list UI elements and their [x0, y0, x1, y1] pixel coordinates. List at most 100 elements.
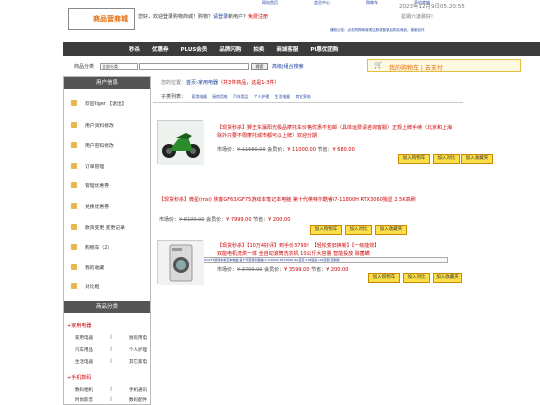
category-group-appliance[interactable]: +家用电器 [67, 322, 91, 329]
cart-box[interactable]: 🛒 我的购物车 | 去支付 [367, 59, 521, 72]
product-title[interactable]: 【现货秒杀】狮王东瀛阳光极品摩托车价格优惠不包邮（具体运费请咨询客服）正规上牌手… [217, 124, 453, 140]
sidebar-item-profile[interactable]: 用户资料修改 [64, 121, 150, 131]
product-thumbnail-motorcycle[interactable] [157, 120, 204, 165]
subtype-link[interactable]: 个人护理 [254, 94, 269, 99]
cart-text: 我的购物车 | 去支付 [389, 65, 443, 72]
member-label: 会员价： [264, 267, 285, 273]
user-info-header: 用户信息 [64, 77, 150, 89]
sidebar-item-favorites[interactable]: 我的收藏 [64, 263, 150, 273]
category-link[interactable]: 个人护理 [129, 347, 147, 353]
search-button[interactable]: 搜索 [251, 63, 268, 70]
add-to-cart-button[interactable]: 加入购物车 [368, 273, 400, 283]
member-price: ¥ 3599.00 [284, 267, 310, 273]
category-link[interactable]: 厨房用电 [129, 335, 147, 341]
nav-item-seckill[interactable]: 秒杀 [129, 45, 140, 53]
save-label: 节省： [317, 147, 333, 153]
market-price: ¥ 11680.00 [237, 147, 266, 153]
sidebar-item-label: 款资变更 变更记录 [85, 226, 125, 231]
user-icon [71, 100, 77, 106]
new-user-text: 新用户？ [228, 14, 249, 20]
breadcrumb-prefix: 您的位置： [161, 80, 187, 86]
category-row: 数码相机 | 手机通讯 [75, 387, 147, 393]
category-link[interactable]: 其它家电 [129, 359, 147, 365]
sidebar-item-balance[interactable]: 款资变更 变更记录 [64, 223, 150, 233]
top-link-member[interactable]: 会员中心 [314, 0, 330, 6]
sidebar-item-coupons[interactable]: 管理优惠券 [64, 181, 150, 191]
product-title[interactable]: 【现货秒杀】微星(msi) 侠客GF63/GF75游戏本笔记本电脑 第十代英特尔… [159, 196, 449, 204]
category-link[interactable]: 数码配件 [129, 397, 147, 403]
sidebar-item-label: 订单管理 [85, 165, 105, 170]
sidebar-item-label: 我的收藏 [85, 266, 105, 271]
datetime: 2023年12月9日05:20:55 [399, 4, 465, 10]
market-label: 市场价： [217, 267, 238, 273]
notice-link[interactable]: 通知公告：点击购物商城请注册或登录后购买商品，谢谢合作 [330, 28, 425, 33]
subtype-link[interactable]: 生活电器 [275, 94, 290, 99]
subtype-link[interactable]: 其它家电 [296, 94, 311, 99]
category-link[interactable]: 时尚影音 [75, 397, 93, 403]
product-thumbnail-washer[interactable] [157, 240, 204, 285]
login-link[interactable]: 请登录 [213, 14, 228, 20]
recharge-icon [71, 224, 77, 230]
main-content: 您的位置：首页›家用电器（共3件商品，这是1-3件） 子类列表： 家用电器 厨房… [153, 76, 540, 405]
sidebar-item-label: 对比框 [85, 285, 100, 290]
nav-item-service[interactable]: 商城客服 [276, 45, 298, 53]
product-title[interactable]: 【现货秒杀】【10万4好评】到手价3799！【轻松变旧换新】【一级能效】双能电机… [217, 242, 377, 258]
subtype-link[interactable]: 厨房用电 [212, 94, 227, 99]
category-link[interactable]: 数码相机 [75, 387, 93, 393]
sidebar-item-orders[interactable]: 订单管理 [64, 162, 150, 172]
cart-icon: 🛒 [374, 61, 383, 69]
sidebar-item-password[interactable]: 用户密码修改 [64, 141, 150, 151]
logo[interactable]: 商品营商城 [68, 8, 135, 30]
sidebar-item-redeem[interactable]: 兑换优惠券 [64, 202, 150, 212]
nav-item-brand-flash[interactable]: 品牌闪购 [219, 45, 241, 53]
sidebar-item-label: 用户密码修改 [85, 144, 114, 149]
sidebar-item-compare[interactable]: 对比框 [64, 282, 150, 292]
category-link[interactable]: 汽车用品 [75, 347, 93, 353]
member-label: 会员价： [206, 217, 227, 223]
add-to-favorites-button[interactable]: 加入收藏夹 [375, 225, 407, 235]
subtype-label: 子类列表： [161, 94, 187, 100]
coupon-icon [71, 182, 77, 188]
product-price: 市场价：¥ 3799.00 会员价：¥ 3599.00 节省：¥ 200.00 [217, 266, 348, 273]
search-input[interactable] [139, 63, 249, 70]
breadcrumb-category[interactable]: 家用电器 [198, 80, 218, 86]
advanced-search-link[interactable]: 高级|组合搜索 [272, 63, 304, 70]
weekday-greeting: 星期六凌晨好! [401, 14, 434, 20]
search-label: 商品分类 [74, 64, 95, 70]
subtype-list: 子类列表： 家用电器 厨房用电 汽车用品 个人护理 生活电器 其它家电 [153, 91, 463, 103]
favorite-icon [71, 264, 77, 270]
ticket-icon [71, 203, 77, 209]
add-to-favorites-button[interactable]: 加入收藏夹 [461, 154, 493, 164]
nav-item-plus[interactable]: PLUS会员 [181, 45, 208, 53]
nav-item-auction[interactable]: 拍卖 [253, 45, 264, 53]
register-link[interactable]: 免费注册 [248, 14, 268, 20]
add-to-compare-button[interactable]: 加入对比 [345, 225, 372, 235]
sidebar-item-label: 用户资料修改 [85, 124, 114, 129]
add-to-compare-button[interactable]: 加入对比 [433, 154, 460, 164]
category-row: 家用电器 | 厨房用电 [75, 335, 147, 341]
nav-item-group-buy[interactable]: PI惠优团购 [310, 45, 338, 53]
subtype-link[interactable]: 家用电器 [192, 94, 207, 99]
category-header: 商品分类 [64, 301, 150, 313]
nav-item-coupon[interactable]: 优惠券 [152, 45, 169, 53]
product-price: 市场价：¥ 11680.00 会员价：¥ 11000.00 节省：¥ 680.0… [217, 146, 355, 153]
category-link[interactable]: 生活电器 [75, 359, 93, 365]
add-to-cart-button[interactable]: 加入购物车 [310, 225, 342, 235]
category-link[interactable]: 家用电器 [75, 335, 93, 341]
category-group-digital[interactable]: +手机数码 [67, 374, 91, 381]
category-link[interactable]: 手机通讯 [129, 387, 147, 393]
add-to-cart-button[interactable]: 加入购物车 [398, 154, 430, 164]
breadcrumb-home[interactable]: 首页 [186, 80, 196, 86]
top-link-cart[interactable]: 购物车 [366, 0, 378, 6]
sidebar-item-welcome[interactable]: 欢迎tiger 【退出】 [64, 99, 150, 109]
add-to-compare-button[interactable]: 加入对比 [403, 273, 430, 283]
category-select[interactable]: 全部分类 [100, 63, 138, 70]
top-link-home[interactable]: 网站首页 [262, 0, 278, 6]
subtype-link[interactable]: 汽车用品 [233, 94, 248, 99]
sidebar-item-cart[interactable]: 购物车（2） [64, 243, 150, 253]
market-price: ¥ 3799.00 [237, 267, 263, 273]
sidebar-item-label: 购物车（2） [85, 246, 113, 251]
sidebar-item-label: 兑换优惠券 [85, 205, 109, 210]
save-price: ¥ 200.00 [268, 217, 291, 223]
add-to-favorites-button[interactable]: 加入收藏夹 [433, 273, 462, 283]
